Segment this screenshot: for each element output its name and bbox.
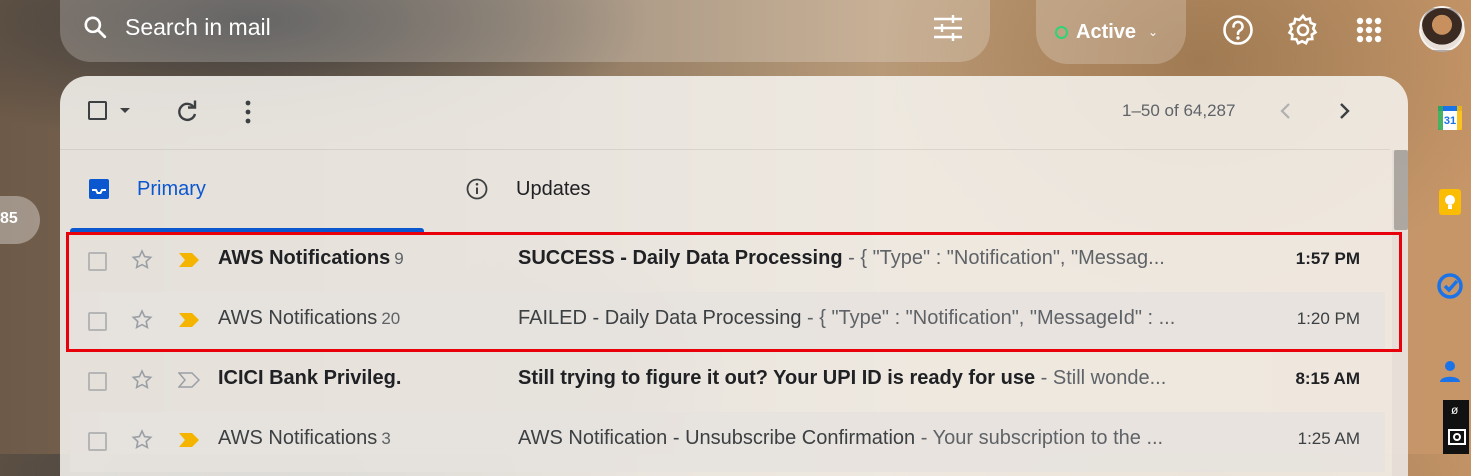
pagination-text: 1–50 of 64,287 xyxy=(1122,101,1236,120)
select-all-checkbox[interactable] xyxy=(88,101,107,120)
subject-text: Still trying to figure it out? Your UPI … xyxy=(518,367,1036,389)
tab-updates[interactable]: Updates xyxy=(460,150,1060,232)
status-label: Active xyxy=(1076,20,1137,43)
chevron-down-icon: ⌄ xyxy=(1148,25,1159,39)
email-row[interactable]: AWS Notifications 3 AWS Notification - Uns… xyxy=(70,412,1385,472)
highlight-box xyxy=(66,232,1402,352)
row-checkbox[interactable] xyxy=(88,372,107,391)
tab-updates-label: Updates xyxy=(516,178,591,200)
search-options-icon[interactable] xyxy=(932,14,964,42)
status-dropdown[interactable]: Active ⌄ xyxy=(1036,0,1186,64)
search-icon xyxy=(84,16,107,39)
sender-name: AWS Notifications xyxy=(218,427,378,449)
more-options-icon[interactable] xyxy=(238,98,258,126)
email-subject: Still trying to figure it out? Your UPI … xyxy=(518,367,1238,390)
help-icon[interactable] xyxy=(1221,13,1255,47)
scrollbar-thumb[interactable] xyxy=(1394,150,1408,230)
status-dot-icon xyxy=(1055,25,1068,39)
badge-count: 85 xyxy=(0,210,18,227)
email-time: 8:15 AM xyxy=(1295,369,1360,388)
refresh-icon[interactable] xyxy=(174,99,200,125)
snippet-text: - Still wonde... xyxy=(1035,367,1167,389)
info-icon xyxy=(466,178,488,200)
account-avatar[interactable] xyxy=(1419,6,1465,52)
subject-text: AWS Notification - Unsubscribe Confirmat… xyxy=(518,427,916,449)
star-icon[interactable] xyxy=(130,368,154,392)
search-input[interactable]: Search in mail xyxy=(125,14,271,41)
email-time: 1:25 AM xyxy=(1297,429,1360,448)
thread-count: 3 xyxy=(381,429,391,448)
star-icon[interactable] xyxy=(130,428,154,452)
keep-icon[interactable] xyxy=(1436,188,1464,216)
email-subject: AWS Notification - Unsubscribe Confirmat… xyxy=(518,427,1238,450)
row-checkbox[interactable] xyxy=(88,432,107,451)
apps-grid-icon[interactable] xyxy=(1352,13,1386,47)
email-sender: ICICI Bank Privileg. xyxy=(218,367,405,390)
email-sender: AWS Notifications 3 xyxy=(218,427,391,450)
svg-text:31: 31 xyxy=(1444,115,1456,127)
sender-name: ICICI Bank Privileg. xyxy=(218,367,402,389)
tab-primary-label: Primary xyxy=(137,178,206,200)
sidebar-count-badge[interactable]: 85 xyxy=(0,196,40,244)
not-important-marker-icon[interactable] xyxy=(177,372,201,388)
tab-primary[interactable]: Primary xyxy=(70,150,424,232)
settings-gear-icon[interactable] xyxy=(1286,13,1320,47)
contacts-icon[interactable] xyxy=(1436,356,1464,384)
previous-page-icon[interactable] xyxy=(1274,98,1298,124)
svg-text:ø: ø xyxy=(1451,403,1459,417)
search-bar[interactable]: Search in mail xyxy=(60,0,990,62)
important-marker-icon[interactable] xyxy=(178,432,200,448)
inbox-icon xyxy=(89,179,109,199)
calendar-icon[interactable]: 31 xyxy=(1436,104,1464,132)
email-row[interactable]: ICICI Bank Privileg. Still trying to figu… xyxy=(70,352,1385,412)
next-page-icon[interactable] xyxy=(1332,98,1356,124)
mail-toolbar: 1–50 of 64,287 xyxy=(60,76,1408,150)
tasks-icon[interactable] xyxy=(1436,272,1464,300)
screenshot-tool-icon[interactable]: ø xyxy=(1443,400,1469,454)
select-dropdown-caret-icon[interactable] xyxy=(120,108,130,113)
snippet-text: - Your subscription to the ... xyxy=(915,427,1164,449)
